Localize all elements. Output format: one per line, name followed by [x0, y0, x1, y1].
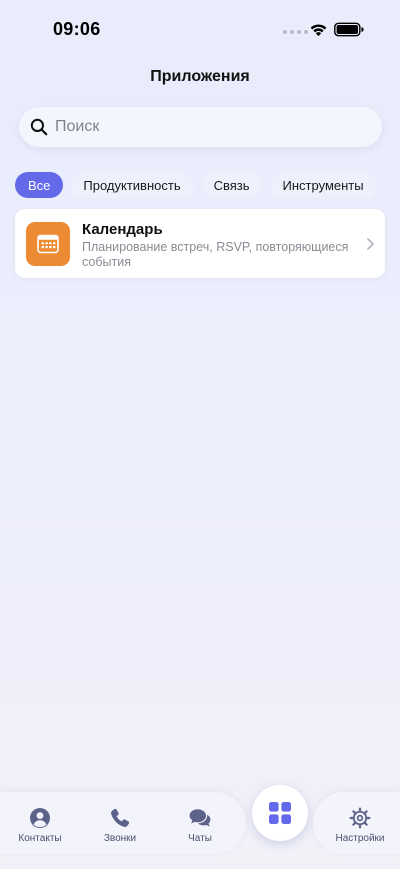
status-bar: 09:06	[0, 0, 400, 60]
app-description: Планирование встреч, RSVP, повторяющиеся…	[82, 240, 349, 269]
tab-bar-left-group: Контакты Звонки Чаты	[0, 792, 246, 854]
battery-icon	[334, 22, 364, 37]
signal-dots-icon	[283, 30, 308, 34]
tab-calls[interactable]: Звонки	[85, 807, 155, 844]
page-title: Приложения	[150, 68, 250, 85]
filter-chip-productivity[interactable]: Продуктивность	[70, 172, 194, 198]
apps-grid-icon	[269, 802, 291, 824]
tab-bar-right-group: Настройки	[313, 792, 400, 854]
search-icon	[30, 118, 48, 136]
filter-chip-communication[interactable]: Связь	[200, 172, 263, 198]
calendar-icon	[37, 234, 59, 254]
search-bar[interactable]	[19, 107, 382, 147]
wifi-icon	[310, 24, 327, 37]
phone-icon	[111, 808, 130, 827]
filter-chip-tools[interactable]: Инструменты	[269, 172, 377, 198]
chat-bubbles-icon	[189, 809, 211, 827]
tab-label-chats: Чаты	[188, 833, 212, 844]
search-input[interactable]	[55, 118, 335, 136]
tab-contacts[interactable]: Контакты	[5, 807, 75, 844]
app-icon	[26, 222, 70, 266]
gear-icon	[349, 807, 371, 829]
person-icon	[30, 808, 50, 828]
app-name: Календарь	[82, 221, 163, 238]
chevron-right-icon	[367, 238, 374, 250]
tab-apps[interactable]	[252, 785, 308, 841]
tab-label-contacts: Контакты	[18, 833, 62, 844]
tab-chats[interactable]: Чаты	[165, 807, 235, 844]
app-card-calendar[interactable]: Календарь Планирование встреч, RSVP, пов…	[15, 209, 385, 278]
filter-chip-all[interactable]: Все	[15, 172, 64, 198]
status-time: 09:06	[53, 19, 101, 39]
tab-label-settings: Настройки	[335, 833, 385, 844]
tab-bar: Контакты Звонки Чаты Настройки	[0, 785, 400, 869]
category-filters: Все Продуктивность Связь Инструменты	[15, 172, 377, 198]
tab-label-calls: Звонки	[103, 833, 137, 844]
tab-settings[interactable]: Настройки	[325, 807, 395, 844]
